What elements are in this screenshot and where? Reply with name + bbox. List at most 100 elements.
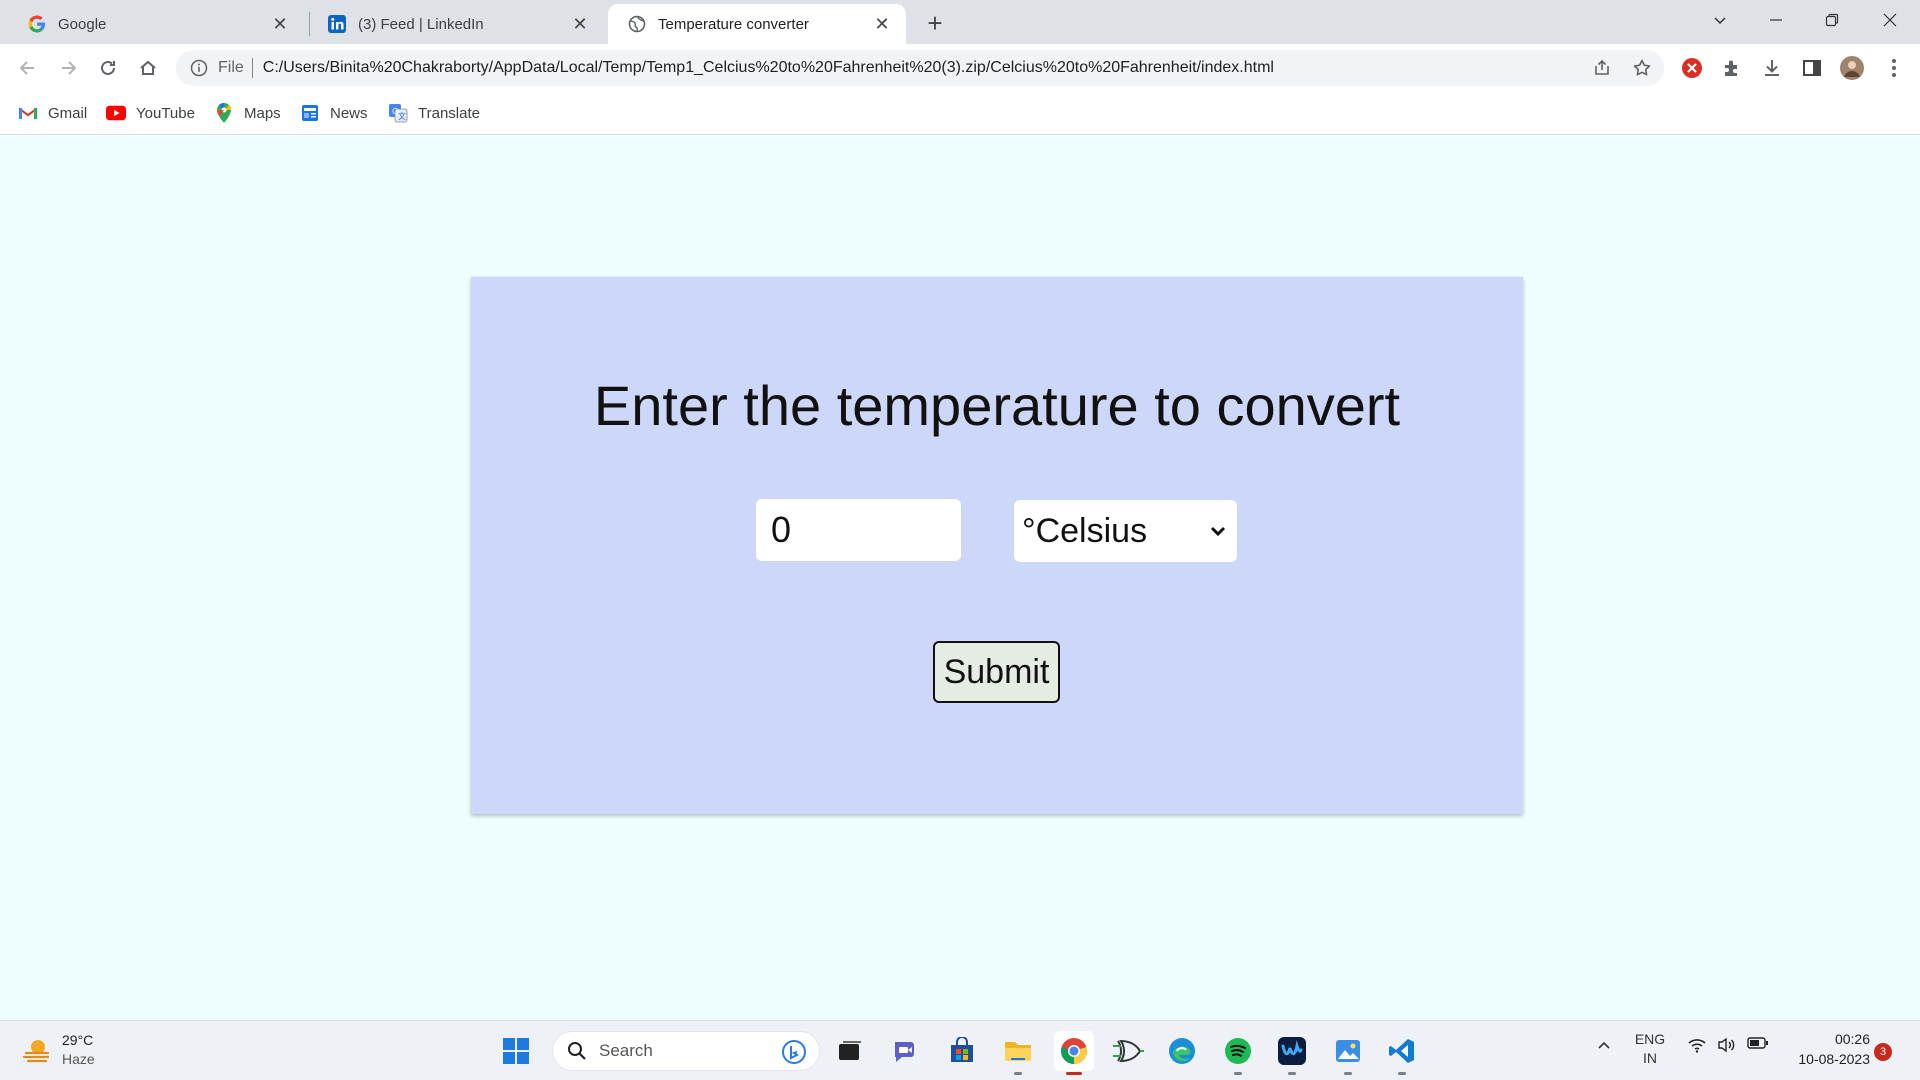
new-tab-button[interactable]: + <box>920 8 950 38</box>
download-icon[interactable] <box>1760 56 1784 80</box>
chrome-button[interactable] <box>1054 1031 1094 1075</box>
running-indicator <box>1288 1072 1296 1075</box>
tab-temperature-converter[interactable]: Temperature converter ✕ <box>608 4 906 44</box>
chat-icon <box>895 1042 914 1062</box>
url-text[interactable]: C:/Users/Binita%20Chakraborty/AppData/Lo… <box>263 59 1274 77</box>
weather-widget[interactable]: 29°C Haze <box>22 1031 95 1069</box>
tab-strip: Google ✕ (3) Feed | LinkedIn ✕ Temperatu… <box>0 0 1920 44</box>
store-icon <box>951 1037 973 1062</box>
vscode-icon <box>1389 1039 1414 1063</box>
region-label: IN <box>1643 1050 1657 1066</box>
back-button[interactable] <box>12 52 44 84</box>
language-indicator[interactable]: ENG IN <box>1628 1030 1672 1068</box>
bookmark-gmail[interactable]: Gmail <box>18 101 87 125</box>
bookmark-label: Maps <box>244 104 281 122</box>
logic-gate-app-button[interactable] <box>1110 1033 1146 1069</box>
unit-select[interactable]: °Celsius <box>1014 500 1237 562</box>
bookmark-star-icon[interactable] <box>1632 58 1652 78</box>
forward-button[interactable] <box>52 52 84 84</box>
windows-taskbar: 29°C Haze Search ENG IN 00:26 10-08-2023… <box>0 1020 1920 1080</box>
close-window-button[interactable] <box>1862 0 1918 40</box>
language-label: ENG <box>1634 1031 1666 1047</box>
vscode-button[interactable] <box>1384 1033 1420 1075</box>
photos-button[interactable] <box>1330 1033 1366 1075</box>
weather-description: Haze <box>62 1051 95 1067</box>
spotify-button[interactable] <box>1220 1033 1256 1075</box>
youtube-icon <box>106 103 126 123</box>
taskbar-clock[interactable]: 00:26 10-08-2023 <box>1780 1029 1870 1069</box>
tab-google[interactable]: Google ✕ <box>8 4 304 44</box>
bookmark-maps[interactable]: Maps <box>214 101 281 125</box>
microsoft-store-button[interactable] <box>944 1033 980 1069</box>
running-indicator <box>1014 1072 1022 1075</box>
minimize-button[interactable] <box>1748 0 1804 40</box>
side-panel-icon[interactable] <box>1800 56 1824 80</box>
chevron-up-icon <box>1598 1041 1610 1049</box>
submit-button[interactable]: Submit <box>933 641 1060 703</box>
address-bar[interactable]: File C:/Users/Binita%20Chakraborty/AppDa… <box>176 50 1664 86</box>
task-view-icon <box>839 1041 861 1060</box>
clock-time: 00:26 <box>1834 1031 1870 1047</box>
tab-linkedin[interactable]: (3) Feed | LinkedIn ✕ <box>308 4 604 44</box>
page-title: Enter the temperature to convert <box>593 374 1401 437</box>
teams-chat-button[interactable] <box>888 1033 924 1069</box>
translate-icon: G文 <box>388 103 408 123</box>
xor-gate-icon <box>1113 1039 1144 1063</box>
extension-error-icon[interactable] <box>1680 56 1704 80</box>
running-indicator <box>1234 1072 1242 1075</box>
svg-text:文: 文 <box>398 111 406 121</box>
tab-title: Temperature converter <box>658 15 809 33</box>
spotify-icon <box>1225 1038 1251 1064</box>
news-icon <box>300 103 320 123</box>
close-icon[interactable]: ✕ <box>872 14 892 34</box>
battery-icon[interactable] <box>1746 1037 1770 1049</box>
webex-icon <box>1278 1037 1306 1065</box>
tab-title: Google <box>58 15 107 33</box>
close-icon[interactable]: ✕ <box>270 14 290 34</box>
bing-icon[interactable] <box>781 1039 807 1065</box>
start-button[interactable] <box>498 1033 534 1069</box>
extensions-icon[interactable] <box>1720 56 1744 80</box>
taskbar-search[interactable]: Search <box>552 1031 820 1071</box>
photos-icon <box>1336 1040 1360 1062</box>
omnibox-divider <box>251 58 253 78</box>
bookmark-label: Gmail <box>48 104 88 122</box>
bookmark-label: News <box>330 104 368 122</box>
share-icon[interactable] <box>1592 58 1612 78</box>
clock-date: 10-08-2023 <box>1798 1051 1870 1067</box>
chrome-icon <box>1061 1038 1087 1064</box>
running-indicator <box>1398 1072 1406 1075</box>
tab-search-icon[interactable] <box>1692 0 1748 40</box>
file-explorer-button[interactable] <box>1000 1033 1036 1075</box>
restore-button[interactable] <box>1804 0 1860 40</box>
haze-weather-icon <box>22 1040 50 1063</box>
task-view-button[interactable] <box>832 1033 868 1069</box>
bookmark-news[interactable]: News <box>300 101 368 125</box>
temperature-input[interactable] <box>756 499 961 561</box>
folder-icon <box>1005 1042 1031 1061</box>
tab-title: (3) Feed | LinkedIn <box>358 15 484 33</box>
show-hidden-icons-button[interactable] <box>1594 1037 1614 1053</box>
volume-icon[interactable] <box>1716 1037 1738 1053</box>
reload-button[interactable] <box>92 52 124 84</box>
wifi-icon[interactable] <box>1686 1037 1708 1053</box>
webex-button[interactable] <box>1274 1033 1310 1075</box>
close-icon[interactable]: ✕ <box>570 14 590 34</box>
browser-toolbar: File C:/Users/Binita%20Chakraborty/AppDa… <box>0 44 1920 92</box>
bookmark-label: YouTube <box>136 104 195 122</box>
windows-icon <box>503 1038 529 1064</box>
profile-avatar[interactable] <box>1840 56 1864 80</box>
edge-button[interactable] <box>1164 1033 1200 1069</box>
bookmark-label: Translate <box>418 104 480 122</box>
edge-icon <box>1169 1038 1195 1064</box>
notification-badge[interactable]: 3 <box>1874 1043 1892 1061</box>
bookmark-translate[interactable]: G文 Translate <box>388 101 480 125</box>
running-indicator <box>1344 1072 1352 1075</box>
google-icon <box>28 15 46 33</box>
info-icon[interactable] <box>190 59 208 77</box>
bookmark-youtube[interactable]: YouTube <box>106 101 195 125</box>
home-button[interactable] <box>132 52 164 84</box>
unit-select-value: °Celsius <box>1022 511 1148 550</box>
menu-icon[interactable] <box>1882 56 1906 80</box>
search-icon <box>568 1042 586 1060</box>
